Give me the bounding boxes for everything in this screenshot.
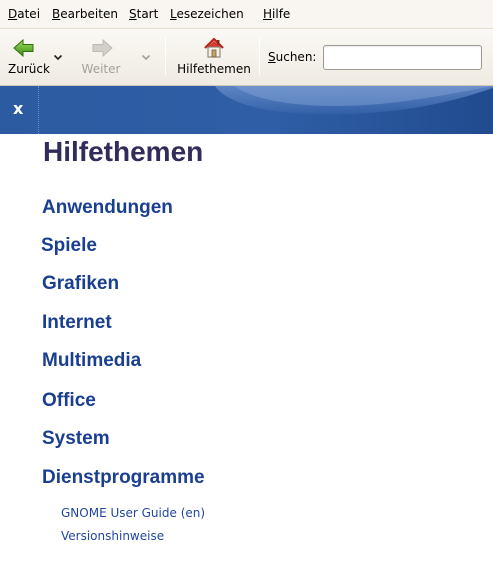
help-topics-button[interactable]: Hilfethemen xyxy=(175,29,253,85)
topic-link-system[interactable]: System xyxy=(42,427,110,451)
topic-link-multimedia[interactable]: Multimedia xyxy=(42,349,141,373)
menu-lesezeichen[interactable]: Lesezeichen xyxy=(170,7,244,22)
forward-button[interactable]: Weiter xyxy=(76,29,126,85)
menu-datei-label: atei xyxy=(17,7,41,21)
topic-link-spiele[interactable]: Spiele xyxy=(41,234,97,258)
topic-link-office[interactable]: Office xyxy=(42,389,96,413)
menu-datei[interactable]: Datei xyxy=(8,7,40,22)
toolbar-separator xyxy=(165,37,166,75)
forward-label: Weiter xyxy=(81,62,121,76)
menu-bearbeiten[interactable]: Bearbeiten xyxy=(52,7,118,22)
menu-start-mnemonic: S xyxy=(129,7,137,21)
home-icon xyxy=(204,37,224,58)
forward-arrow-icon xyxy=(92,38,113,58)
menu-hilfe-label: ilfe xyxy=(272,7,291,21)
help-topics-label: Hilfethemen xyxy=(177,62,251,76)
doc-link-versionshinweise[interactable]: Versionshinweise xyxy=(61,528,164,544)
toolbar-separator-2 xyxy=(259,37,260,75)
search-input[interactable] xyxy=(323,45,482,70)
back-history-chevron-down-icon[interactable] xyxy=(51,50,65,64)
menu-datei-mnemonic: D xyxy=(8,7,18,21)
menu-start[interactable]: Start xyxy=(129,7,158,22)
header-band: x xyxy=(0,86,493,134)
forward-history-chevron-down-icon[interactable] xyxy=(139,50,153,64)
header-divider xyxy=(38,86,39,134)
menu-hilfe-mnemonic: H xyxy=(263,7,273,21)
toolbar: Zurück Weiter Hilfethemen Suchen: xyxy=(0,29,493,86)
search-mnemonic: S xyxy=(268,50,276,64)
topic-link-internet[interactable]: Internet xyxy=(42,311,112,335)
doc-link-gnome-user-guide[interactable]: GNOME User Guide (en) xyxy=(61,505,205,521)
menu-lesezeichen-label: esezeichen xyxy=(176,7,244,21)
close-icon[interactable]: x xyxy=(13,99,33,119)
back-button[interactable]: Zurück xyxy=(4,29,54,85)
back-arrow-icon xyxy=(13,38,34,58)
menu-bearbeiten-mnemonic: B xyxy=(52,7,61,21)
header-swoosh-decoration xyxy=(0,86,493,134)
menu-bearbeiten-label: earbeiten xyxy=(60,7,118,21)
topic-link-grafiken[interactable]: Grafiken xyxy=(42,272,119,296)
search-label-text: uchen: xyxy=(275,50,317,64)
page-title: Hilfethemen xyxy=(43,136,204,167)
search-label: Suchen: xyxy=(268,50,316,64)
topic-link-dienstprogramme[interactable]: Dienstprogramme xyxy=(42,466,205,490)
back-label: Zurück xyxy=(8,62,50,76)
menu-start-label: tart xyxy=(136,7,159,21)
topic-link-anwendungen[interactable]: Anwendungen xyxy=(42,196,173,220)
menu-bar: Datei Bearbeiten Start Lesezeichen Hilfe xyxy=(0,0,493,29)
menu-hilfe[interactable]: Hilfe xyxy=(263,7,290,22)
